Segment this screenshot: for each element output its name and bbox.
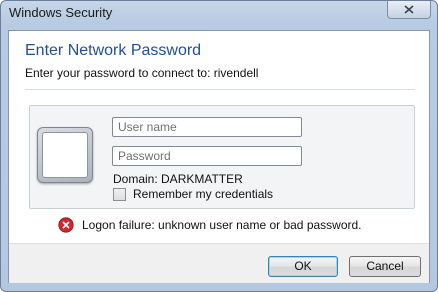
window-title: Windows Security xyxy=(9,5,113,20)
windows-security-dialog: Windows Security Enter Network Password … xyxy=(0,0,438,292)
remember-credentials-checkbox[interactable] xyxy=(113,188,126,201)
remember-credentials-label[interactable]: Remember my credentials xyxy=(133,187,273,201)
cancel-button[interactable]: Cancel xyxy=(349,256,421,277)
password-input[interactable]: Password xyxy=(112,146,302,166)
error-message: Logon failure: unknown user name or bad … xyxy=(82,218,362,232)
user-tile-frame xyxy=(42,132,88,178)
credential-tile[interactable]: User name Password Domain: DARKMATTER Re… xyxy=(29,105,415,209)
close-icon xyxy=(404,5,414,14)
user-tile-icon xyxy=(37,127,93,183)
domain-label: Domain: DARKMATTER xyxy=(113,172,243,186)
button-bar: OK Cancel xyxy=(9,243,429,283)
close-button[interactable] xyxy=(387,1,431,19)
header-divider xyxy=(25,89,415,90)
dialog-heading: Enter Network Password xyxy=(25,42,202,59)
ok-button[interactable]: OK xyxy=(268,256,338,277)
dialog-body: Enter Network Password Enter your passwo… xyxy=(8,30,430,283)
dialog-subheading: Enter your password to connect to: riven… xyxy=(25,66,259,80)
username-input[interactable]: User name xyxy=(112,117,302,137)
title-bar[interactable]: Windows Security xyxy=(1,1,437,25)
error-icon xyxy=(58,217,74,233)
